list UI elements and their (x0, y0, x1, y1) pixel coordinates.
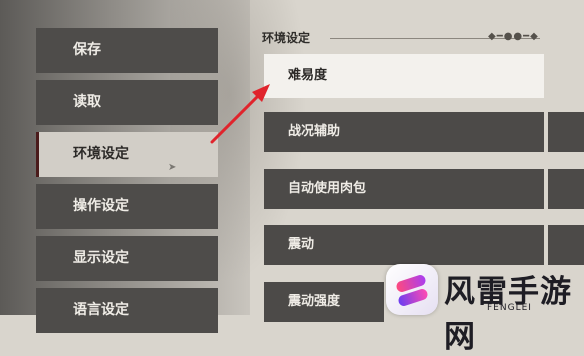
option-label: 战况辅助 (288, 124, 341, 139)
option-difficulty[interactable]: 难易度 (264, 54, 544, 98)
fenglei-logo-icon (386, 264, 438, 315)
option-value-vibration[interactable] (548, 225, 584, 265)
ornament-icon: ◆━●●━◆ (488, 31, 539, 42)
menu-item-control-settings[interactable]: 操作设定 (36, 184, 218, 229)
option-auto-use-meatbun[interactable]: 自动使用肉包 (264, 169, 544, 209)
watermark: 风雷手游网 FENGLEI (386, 264, 576, 355)
menu-item-save[interactable]: 保存 (36, 28, 218, 73)
menu-item-environment-settings[interactable]: 环境设定 (36, 132, 218, 177)
section-title: 环境设定 (262, 31, 311, 45)
option-battle-assist[interactable]: 战况辅助 (264, 112, 544, 152)
mouse-cursor-icon: ➤ (168, 162, 177, 173)
menu-item-label: 保存 (73, 42, 101, 58)
active-marker (36, 132, 39, 177)
option-label: 自动使用肉包 (288, 181, 367, 196)
menu-item-label: 环境设定 (73, 146, 129, 162)
menu-item-label: 显示设定 (73, 250, 129, 266)
red-arrow-annotation (210, 84, 270, 144)
option-vibration-strength[interactable]: 震动强度 (264, 282, 384, 322)
option-vibration[interactable]: 震动 (264, 225, 544, 265)
option-label: 震动 (288, 237, 315, 252)
menu-item-label: 语言设定 (73, 302, 129, 318)
menu-item-label: 操作设定 (73, 198, 129, 214)
option-value-auto-use-meatbun[interactable] (548, 169, 584, 209)
option-label: 难易度 (288, 68, 328, 83)
option-label: 震动强度 (288, 294, 341, 309)
menu-item-load[interactable]: 读取 (36, 80, 218, 125)
menu-item-display-settings[interactable]: 显示设定 (36, 236, 218, 281)
option-value-battle-assist[interactable] (548, 112, 584, 152)
watermark-subtitle: FENGLEI (487, 303, 532, 313)
menu-item-language-settings[interactable]: 语言设定 (36, 288, 218, 333)
settings-menu: 保存 读取 环境设定 操作设定 显示设定 语言设定 (36, 0, 224, 333)
menu-item-label: 读取 (73, 94, 101, 110)
